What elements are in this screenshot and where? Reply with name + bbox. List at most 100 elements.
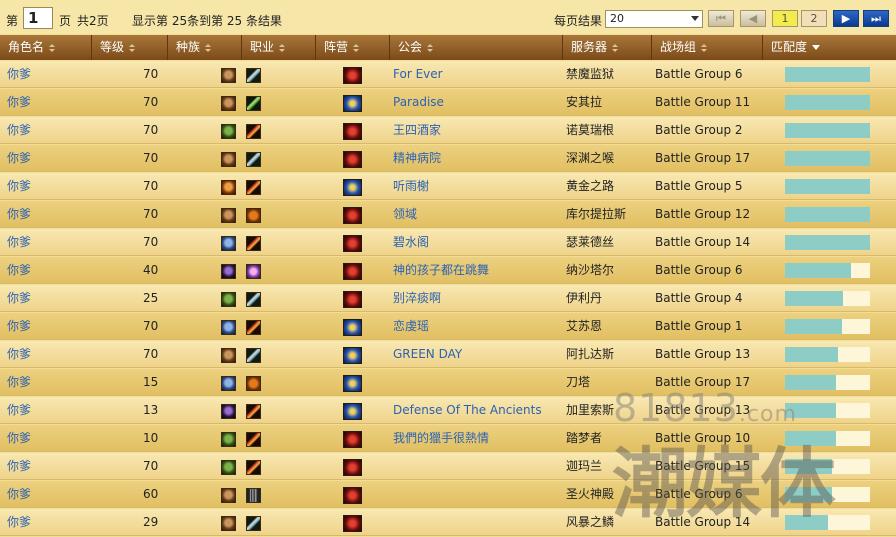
character-name-link[interactable]: 你爹	[7, 173, 31, 200]
table-row[interactable]: 你爹 70 恋虔瑶 艾苏恩 Battle Group 1	[0, 313, 896, 340]
match-bar	[785, 207, 870, 222]
match-bar	[785, 151, 870, 166]
match-bar-fill	[785, 123, 870, 138]
character-name-link[interactable]: 你爹	[7, 285, 31, 312]
col-class[interactable]: 职业	[242, 35, 316, 60]
alliance-faction-icon	[343, 179, 362, 196]
character-name-link[interactable]: 你爹	[7, 369, 31, 396]
guild-link[interactable]: Defense Of The Ancients	[393, 397, 542, 424]
alliance-faction-icon	[343, 347, 362, 364]
battle-group: Battle Group 2	[655, 123, 743, 137]
class-icon	[246, 404, 261, 419]
level-value: 25	[143, 291, 159, 305]
level-value: 70	[143, 179, 159, 193]
alliance-faction-icon	[343, 375, 362, 392]
guild-link[interactable]: 精神病院	[393, 145, 441, 172]
character-name-link[interactable]: 你爹	[7, 257, 31, 284]
horde-faction-icon	[343, 235, 362, 252]
level-value: 13	[143, 403, 159, 417]
col-battlegroup[interactable]: 战场组	[652, 35, 763, 60]
table-row[interactable]: 你爹 70 GREEN DAY 阿扎达斯 Battle Group 13	[0, 341, 896, 368]
character-name-link[interactable]: 你爹	[7, 313, 31, 340]
class-icon	[246, 488, 261, 503]
character-name-link[interactable]: 你爹	[7, 89, 31, 116]
character-name-link[interactable]: 你爹	[7, 145, 31, 172]
match-bar-fill	[785, 151, 870, 166]
character-name-link[interactable]: 你爹	[7, 453, 31, 480]
character-name-link[interactable]: 你爹	[7, 397, 31, 424]
level-value: 29	[143, 515, 159, 529]
table-row[interactable]: 你爹 70 Paradise 安其拉 Battle Group 11	[0, 89, 896, 116]
guild-link[interactable]: 神的孩子都在跳舞	[393, 257, 489, 284]
class-icon	[246, 432, 261, 447]
col-guild-label: 公会	[398, 40, 423, 54]
table-row[interactable]: 你爹 70 领域 库尔提拉斯 Battle Group 12	[0, 201, 896, 228]
match-bar	[785, 319, 870, 334]
col-match[interactable]: 匹配度	[763, 35, 896, 60]
server-name: 瑟莱德丝	[566, 235, 615, 249]
horde-faction-icon	[343, 263, 362, 280]
table-row[interactable]: 你爹 70 王四酒家 诺莫瑞根 Battle Group 2	[0, 117, 896, 144]
col-faction[interactable]: 阵营	[316, 35, 390, 60]
class-icon	[246, 180, 261, 195]
match-bar-fill	[785, 179, 870, 194]
table-row[interactable]: 你爹 70 For Ever 禁魔监狱 Battle Group 6	[0, 61, 896, 88]
character-name-link[interactable]: 你爹	[7, 229, 31, 256]
next-page-button[interactable]: ▶	[833, 10, 859, 27]
character-name-link[interactable]: 你爹	[7, 481, 31, 508]
col-name[interactable]: 角色名	[0, 35, 92, 60]
match-bar-fill	[785, 319, 842, 334]
race-icon	[221, 376, 236, 391]
col-guild[interactable]: 公会	[390, 35, 563, 60]
guild-link[interactable]: 领域	[393, 201, 417, 228]
last-page-button[interactable]: ⏭	[863, 10, 889, 27]
level-value: 10	[143, 431, 159, 445]
table-row[interactable]: 你爹 40 神的孩子都在跳舞 纳沙塔尔 Battle Group 6	[0, 257, 896, 284]
guild-link[interactable]: 我們的獵手很熱情	[393, 425, 489, 452]
class-icon	[246, 516, 261, 531]
character-name-link[interactable]: 你爹	[7, 201, 31, 228]
class-icon	[246, 208, 261, 223]
level-value: 70	[143, 207, 159, 221]
match-bar	[785, 123, 870, 138]
character-name-link[interactable]: 你爹	[7, 509, 31, 536]
match-bar-fill	[785, 347, 838, 362]
table-row[interactable]: 你爹 70 碧水阁 瑟莱德丝 Battle Group 14	[0, 229, 896, 256]
guild-link[interactable]: GREEN DAY	[393, 341, 462, 368]
guild-link[interactable]: 别淬痰啊	[393, 285, 441, 312]
race-icon	[221, 516, 236, 531]
col-battlegroup-label: 战场组	[660, 40, 697, 54]
character-name-link[interactable]: 你爹	[7, 341, 31, 368]
col-level[interactable]: 等级	[92, 35, 168, 60]
guild-link[interactable]: 王四酒家	[393, 117, 441, 144]
guild-link[interactable]: 听雨榭	[393, 173, 429, 200]
first-page-button[interactable]: ⏮	[708, 10, 734, 27]
col-race[interactable]: 种族	[168, 35, 242, 60]
guild-link[interactable]: For Ever	[393, 61, 443, 88]
guild-link[interactable]: Paradise	[393, 89, 444, 116]
page-number-input[interactable]: 1	[23, 7, 53, 29]
sort-icon	[612, 43, 619, 52]
col-class-label: 职业	[250, 40, 275, 54]
page-2-button[interactable]: 2	[801, 10, 827, 27]
horde-faction-icon	[343, 459, 362, 476]
match-bar	[785, 95, 870, 110]
table-row[interactable]: 你爹 70 听雨榭 黄金之路 Battle Group 5	[0, 173, 896, 200]
battle-group: Battle Group 6	[655, 263, 743, 277]
match-bar-fill	[785, 67, 870, 82]
table-row[interactable]: 你爹 70 精神病院 深渊之喉 Battle Group 17	[0, 145, 896, 172]
col-server[interactable]: 服务器	[563, 35, 652, 60]
alliance-faction-icon	[343, 319, 362, 336]
character-name-link[interactable]: 你爹	[7, 61, 31, 88]
horde-faction-icon	[343, 487, 362, 504]
character-name-link[interactable]: 你爹	[7, 117, 31, 144]
race-icon	[221, 320, 236, 335]
guild-link[interactable]: 恋虔瑶	[393, 313, 429, 340]
prev-page-button[interactable]: ◀	[740, 10, 766, 27]
page-1-button[interactable]: 1	[772, 10, 798, 27]
battle-group: Battle Group 14	[655, 235, 751, 249]
character-name-link[interactable]: 你爹	[7, 425, 31, 452]
guild-link[interactable]: 碧水阁	[393, 229, 429, 256]
per-page-select[interactable]: 20	[605, 10, 703, 28]
table-row[interactable]: 你爹 25 别淬痰啊 伊利丹 Battle Group 4	[0, 285, 896, 312]
